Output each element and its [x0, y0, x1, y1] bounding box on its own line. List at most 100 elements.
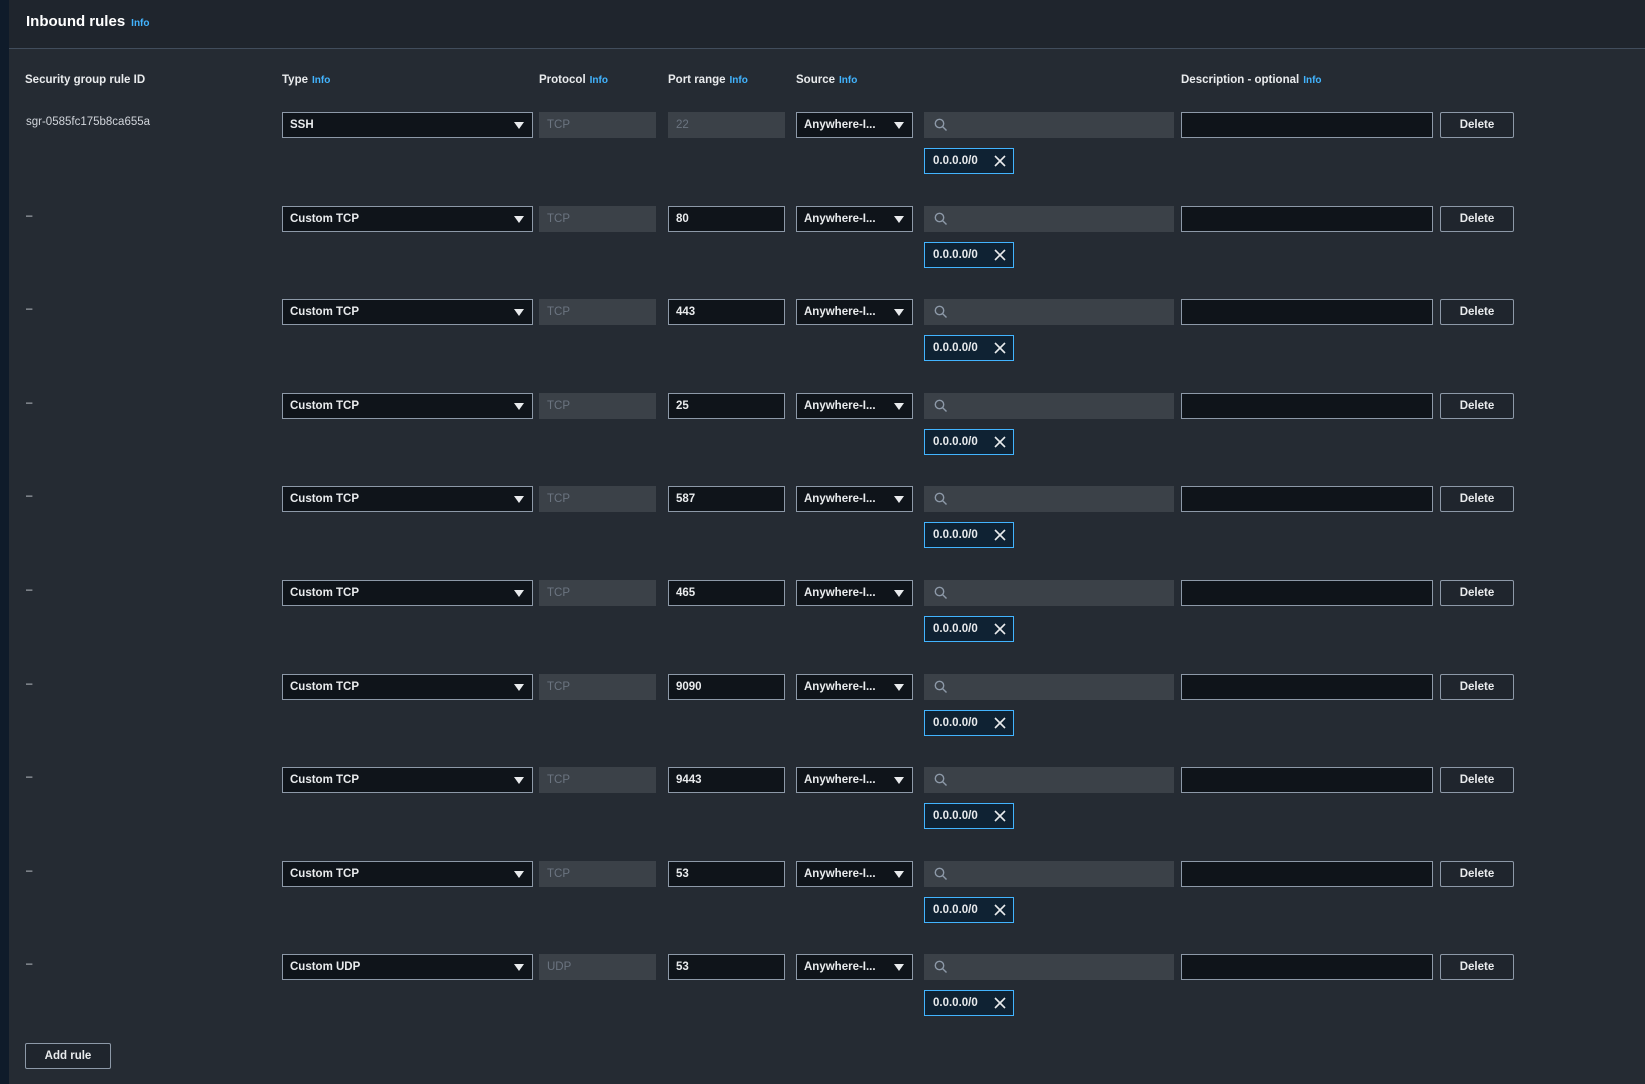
- port-range-input[interactable]: 53: [668, 861, 785, 887]
- cidr-search-input[interactable]: [924, 206, 1174, 232]
- caret-down-icon: [894, 496, 904, 503]
- close-icon[interactable]: [993, 903, 1007, 917]
- port-range-input[interactable]: 80: [668, 206, 785, 232]
- port-range-input[interactable]: 587: [668, 486, 785, 512]
- type-select[interactable]: Custom TCP: [282, 861, 533, 887]
- description-input[interactable]: [1181, 486, 1433, 512]
- caret-down-icon: [894, 403, 904, 410]
- close-icon[interactable]: [993, 435, 1007, 449]
- description-input[interactable]: [1181, 393, 1433, 419]
- caret-down-icon: [894, 216, 904, 223]
- rule-row: sgr-0585fc175b8ca655a SSH TCP 22 Anywher…: [9, 108, 1645, 201]
- type-select-value: Custom TCP: [290, 493, 359, 505]
- type-select-value: Custom TCP: [290, 306, 359, 318]
- close-icon[interactable]: [993, 996, 1007, 1010]
- delete-button[interactable]: Delete: [1440, 861, 1514, 887]
- type-select-value: Custom TCP: [290, 868, 359, 880]
- col-type-label: Type: [282, 74, 308, 86]
- port-range-input[interactable]: 25: [668, 393, 785, 419]
- description-input[interactable]: [1181, 580, 1433, 606]
- description-input[interactable]: [1181, 767, 1433, 793]
- port-range-input[interactable]: 465: [668, 580, 785, 606]
- description-input[interactable]: [1181, 112, 1433, 138]
- cidr-token: 0.0.0.0/0: [924, 242, 1014, 268]
- cidr-search-input[interactable]: [924, 767, 1174, 793]
- type-select[interactable]: SSH: [282, 112, 533, 138]
- delete-button[interactable]: Delete: [1440, 206, 1514, 232]
- protocol-field: UDP: [539, 954, 656, 980]
- delete-button[interactable]: Delete: [1440, 393, 1514, 419]
- type-select[interactable]: Custom TCP: [282, 206, 533, 232]
- type-select[interactable]: Custom TCP: [282, 393, 533, 419]
- delete-button[interactable]: Delete: [1440, 674, 1514, 700]
- description-input[interactable]: [1181, 861, 1433, 887]
- rule-row: – Custom TCP TCP 9090 Anywhere-I... 0.0.…: [9, 670, 1645, 763]
- source-select[interactable]: Anywhere-I...: [796, 393, 913, 419]
- cidr-search-input[interactable]: [924, 954, 1174, 980]
- delete-button[interactable]: Delete: [1440, 486, 1514, 512]
- delete-button[interactable]: Delete: [1440, 954, 1514, 980]
- cidr-token: 0.0.0.0/0: [924, 803, 1014, 829]
- description-info-link[interactable]: Info: [1303, 75, 1321, 86]
- delete-button[interactable]: Delete: [1440, 580, 1514, 606]
- type-select[interactable]: Custom TCP: [282, 674, 533, 700]
- cidr-token-label: 0.0.0.0/0: [933, 436, 978, 448]
- type-select-value: Custom TCP: [290, 587, 359, 599]
- port-range-input[interactable]: 53: [668, 954, 785, 980]
- protocol-field: TCP: [539, 674, 656, 700]
- port-range-input[interactable]: 9443: [668, 767, 785, 793]
- close-icon[interactable]: [993, 248, 1007, 262]
- delete-button[interactable]: Delete: [1440, 299, 1514, 325]
- source-select[interactable]: Anywhere-I...: [796, 674, 913, 700]
- source-select-value: Anywhere-I...: [804, 306, 876, 318]
- source-select[interactable]: Anywhere-I...: [796, 112, 913, 138]
- type-select-value: Custom TCP: [290, 681, 359, 693]
- close-icon[interactable]: [993, 154, 1007, 168]
- port-range-input[interactable]: 443: [668, 299, 785, 325]
- source-select[interactable]: Anywhere-I...: [796, 580, 913, 606]
- type-select[interactable]: Custom TCP: [282, 299, 533, 325]
- close-icon[interactable]: [993, 528, 1007, 542]
- cidr-token-label: 0.0.0.0/0: [933, 904, 978, 916]
- close-icon[interactable]: [993, 341, 1007, 355]
- source-select[interactable]: Anywhere-I...: [796, 767, 913, 793]
- cidr-search-input[interactable]: [924, 580, 1174, 606]
- type-select[interactable]: Custom UDP: [282, 954, 533, 980]
- cidr-search-input[interactable]: [924, 393, 1174, 419]
- close-icon[interactable]: [993, 809, 1007, 823]
- col-description-label: Description - optional: [1181, 74, 1300, 86]
- port-range-input[interactable]: 9090: [668, 674, 785, 700]
- description-input[interactable]: [1181, 206, 1433, 232]
- source-select[interactable]: Anywhere-I...: [796, 861, 913, 887]
- cidr-search-input[interactable]: [924, 486, 1174, 512]
- cidr-search-input[interactable]: [924, 674, 1174, 700]
- caret-down-icon: [514, 403, 524, 410]
- type-select-value: Custom TCP: [290, 213, 359, 225]
- description-input[interactable]: [1181, 674, 1433, 700]
- port-range-info-link[interactable]: Info: [730, 75, 748, 86]
- type-select[interactable]: Custom TCP: [282, 767, 533, 793]
- source-info-link[interactable]: Info: [839, 75, 857, 86]
- description-input[interactable]: [1181, 299, 1433, 325]
- cidr-search-input[interactable]: [924, 861, 1174, 887]
- close-icon[interactable]: [993, 716, 1007, 730]
- protocol-info-link[interactable]: Info: [590, 75, 608, 86]
- source-select[interactable]: Anywhere-I...: [796, 206, 913, 232]
- type-select[interactable]: Custom TCP: [282, 580, 533, 606]
- close-icon[interactable]: [993, 622, 1007, 636]
- rule-id: –: [26, 210, 33, 222]
- col-header-source: Source Info: [796, 74, 857, 86]
- title-info-link[interactable]: Info: [131, 18, 149, 29]
- source-select[interactable]: Anywhere-I...: [796, 954, 913, 980]
- type-select[interactable]: Custom TCP: [282, 486, 533, 512]
- description-input[interactable]: [1181, 954, 1433, 980]
- delete-button[interactable]: Delete: [1440, 112, 1514, 138]
- type-info-link[interactable]: Info: [312, 75, 330, 86]
- cidr-search-input[interactable]: [924, 299, 1174, 325]
- add-rule-button[interactable]: Add rule: [25, 1043, 111, 1069]
- search-icon: [934, 399, 947, 412]
- cidr-search-input[interactable]: [924, 112, 1174, 138]
- source-select[interactable]: Anywhere-I...: [796, 486, 913, 512]
- delete-button[interactable]: Delete: [1440, 767, 1514, 793]
- source-select[interactable]: Anywhere-I...: [796, 299, 913, 325]
